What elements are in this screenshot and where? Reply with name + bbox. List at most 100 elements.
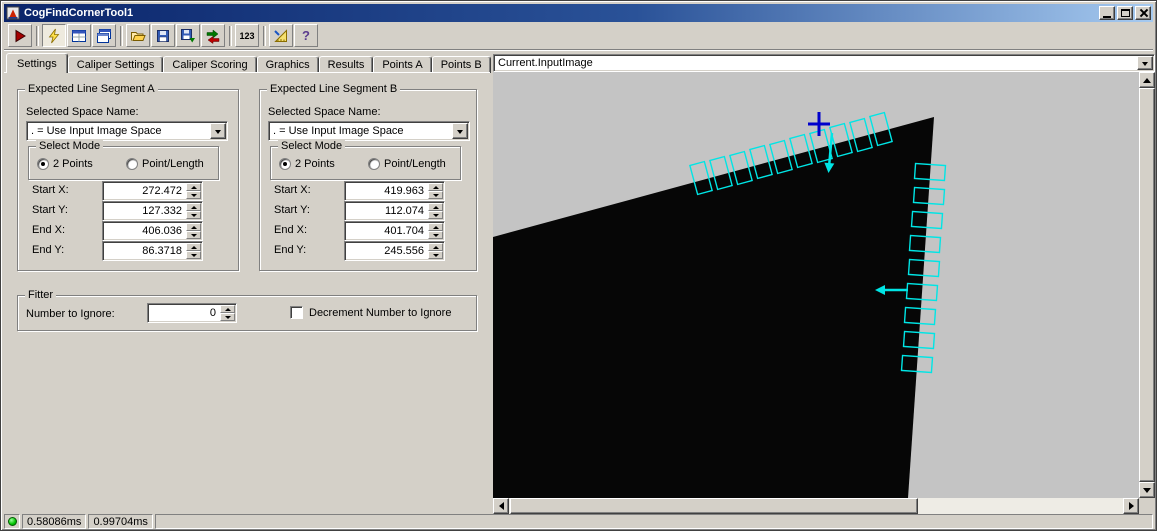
spin-up-button[interactable]: [428, 243, 443, 251]
caret: [1142, 62, 1148, 69]
scroll-down-button[interactable]: [1139, 482, 1155, 498]
chevron-down-icon[interactable]: [1137, 56, 1153, 70]
horizontal-scroll-thumb[interactable]: [510, 498, 918, 514]
records-window-button[interactable]: [92, 24, 116, 47]
chevron-down-icon[interactable]: [210, 123, 226, 139]
scroll-left-button[interactable]: [493, 498, 509, 514]
start-x-input-a[interactable]: 272.472: [102, 181, 203, 201]
measure-tool-button[interactable]: [269, 24, 293, 47]
numeric-precision-button[interactable]: 123: [235, 24, 259, 47]
save-image-button[interactable]: [176, 24, 200, 47]
radio-2-points-a[interactable]: 2 Points: [37, 158, 93, 170]
spin-down-button[interactable]: [186, 251, 201, 259]
tab-caliper-scoring[interactable]: Caliper Scoring: [163, 56, 256, 73]
start-x-label: Start X:: [274, 184, 311, 196]
maximize-button[interactable]: [1117, 6, 1133, 20]
radio-point-length-a[interactable]: Point/Length: [126, 158, 204, 170]
end-y-label: End Y:: [274, 244, 306, 256]
import-export-button[interactable]: [201, 24, 225, 47]
window-title: CogFindCornerTool1: [24, 7, 1099, 19]
caret: [191, 214, 197, 220]
image-window-button[interactable]: [67, 24, 91, 47]
chevron-down-icon[interactable]: [452, 123, 468, 139]
caret: [433, 234, 439, 240]
start-y-input-b[interactable]: 112.074: [344, 201, 445, 221]
run-icon: [12, 28, 28, 44]
minimize-icon: [1103, 16, 1111, 18]
start-y-label: Start Y:: [32, 204, 68, 216]
spinner: [186, 183, 201, 199]
minimize-button[interactable]: [1099, 6, 1115, 20]
spin-up-button[interactable]: [428, 203, 443, 211]
caret: [433, 243, 439, 249]
arrow-left-icon: [495, 502, 504, 510]
spin-down-button[interactable]: [428, 251, 443, 259]
spin-down-button[interactable]: [186, 231, 201, 239]
open-folder-icon: [130, 28, 146, 44]
image-source-combo[interactable]: Current.InputImage: [493, 54, 1155, 72]
save-button[interactable]: [151, 24, 175, 47]
radio-icon[interactable]: [279, 158, 291, 170]
end-y-input-a[interactable]: 86.3718: [102, 241, 203, 261]
spin-up-button[interactable]: [186, 203, 201, 211]
spin-up-button[interactable]: [428, 183, 443, 191]
tab-caliper-settings[interactable]: Caliper Settings: [68, 56, 164, 73]
expected-line-segment-a-group: Expected Line Segment A Selected Space N…: [17, 89, 239, 271]
space-name-combo-a[interactable]: . = Use Input Image Space: [26, 121, 228, 141]
caret: [433, 194, 439, 200]
decrement-checkbox[interactable]: [290, 306, 303, 319]
spin-down-button[interactable]: [186, 191, 201, 199]
vertical-scrollbar[interactable]: [1139, 72, 1155, 498]
group-title: Expected Line Segment A: [25, 83, 158, 96]
decrement-number-row[interactable]: Decrement Number to Ignore: [290, 306, 451, 319]
image-canvas[interactable]: [493, 72, 1139, 498]
help-button[interactable]: ?: [294, 24, 318, 47]
caret: [191, 183, 197, 189]
spin-up-button[interactable]: [186, 183, 201, 191]
radio-point-length-b[interactable]: Point/Length: [368, 158, 446, 170]
caret: [433, 223, 439, 229]
open-button[interactable]: [126, 24, 150, 47]
scroll-right-button[interactable]: [1123, 498, 1139, 514]
end-x-input-a[interactable]: 406.036: [102, 221, 203, 241]
spin-up-button[interactable]: [186, 223, 201, 231]
radio-2-points-b[interactable]: 2 Points: [279, 158, 335, 170]
start-x-input-b[interactable]: 419.963: [344, 181, 445, 201]
electric-run-button[interactable]: [42, 24, 66, 47]
spin-down-button[interactable]: [428, 211, 443, 219]
horizontal-scrollbar[interactable]: [493, 498, 1139, 514]
radio-icon[interactable]: [126, 158, 138, 170]
field-value: 272.472: [142, 185, 182, 197]
vertical-scroll-thumb[interactable]: [1139, 88, 1155, 482]
space-name-combo-b[interactable]: . = Use Input Image Space: [268, 121, 470, 141]
close-button[interactable]: [1135, 6, 1151, 20]
caret: [191, 254, 197, 260]
spin-up-button[interactable]: [220, 305, 235, 313]
tab-results[interactable]: Results: [319, 56, 374, 73]
caret: [191, 234, 197, 240]
spin-down-button[interactable]: [220, 313, 235, 321]
spin-up-button[interactable]: [428, 223, 443, 231]
spin-down-button[interactable]: [428, 231, 443, 239]
radio-label: Point/Length: [384, 158, 446, 170]
tab-points-b[interactable]: Points B: [432, 56, 491, 73]
radio-icon[interactable]: [37, 158, 49, 170]
tab-points-a[interactable]: Points A: [373, 56, 431, 73]
end-y-input-b[interactable]: 245.556: [344, 241, 445, 261]
spin-down-button[interactable]: [186, 211, 201, 219]
start-y-input-a[interactable]: 127.332: [102, 201, 203, 221]
scroll-up-button[interactable]: [1139, 72, 1155, 88]
image-viewport[interactable]: [493, 72, 1139, 498]
field-value: 419.963: [384, 185, 424, 197]
maximize-icon: [1121, 9, 1130, 17]
spin-down-button[interactable]: [428, 191, 443, 199]
number-to-ignore-input[interactable]: 0: [147, 303, 237, 323]
radio-icon[interactable]: [368, 158, 380, 170]
end-x-input-b[interactable]: 401.704: [344, 221, 445, 241]
tab-page-edge: [4, 72, 490, 73]
run-button[interactable]: [8, 24, 32, 47]
caret: [457, 130, 463, 137]
spin-up-button[interactable]: [186, 243, 201, 251]
tab-graphics[interactable]: Graphics: [257, 56, 319, 73]
tab-settings[interactable]: Settings: [6, 53, 68, 73]
